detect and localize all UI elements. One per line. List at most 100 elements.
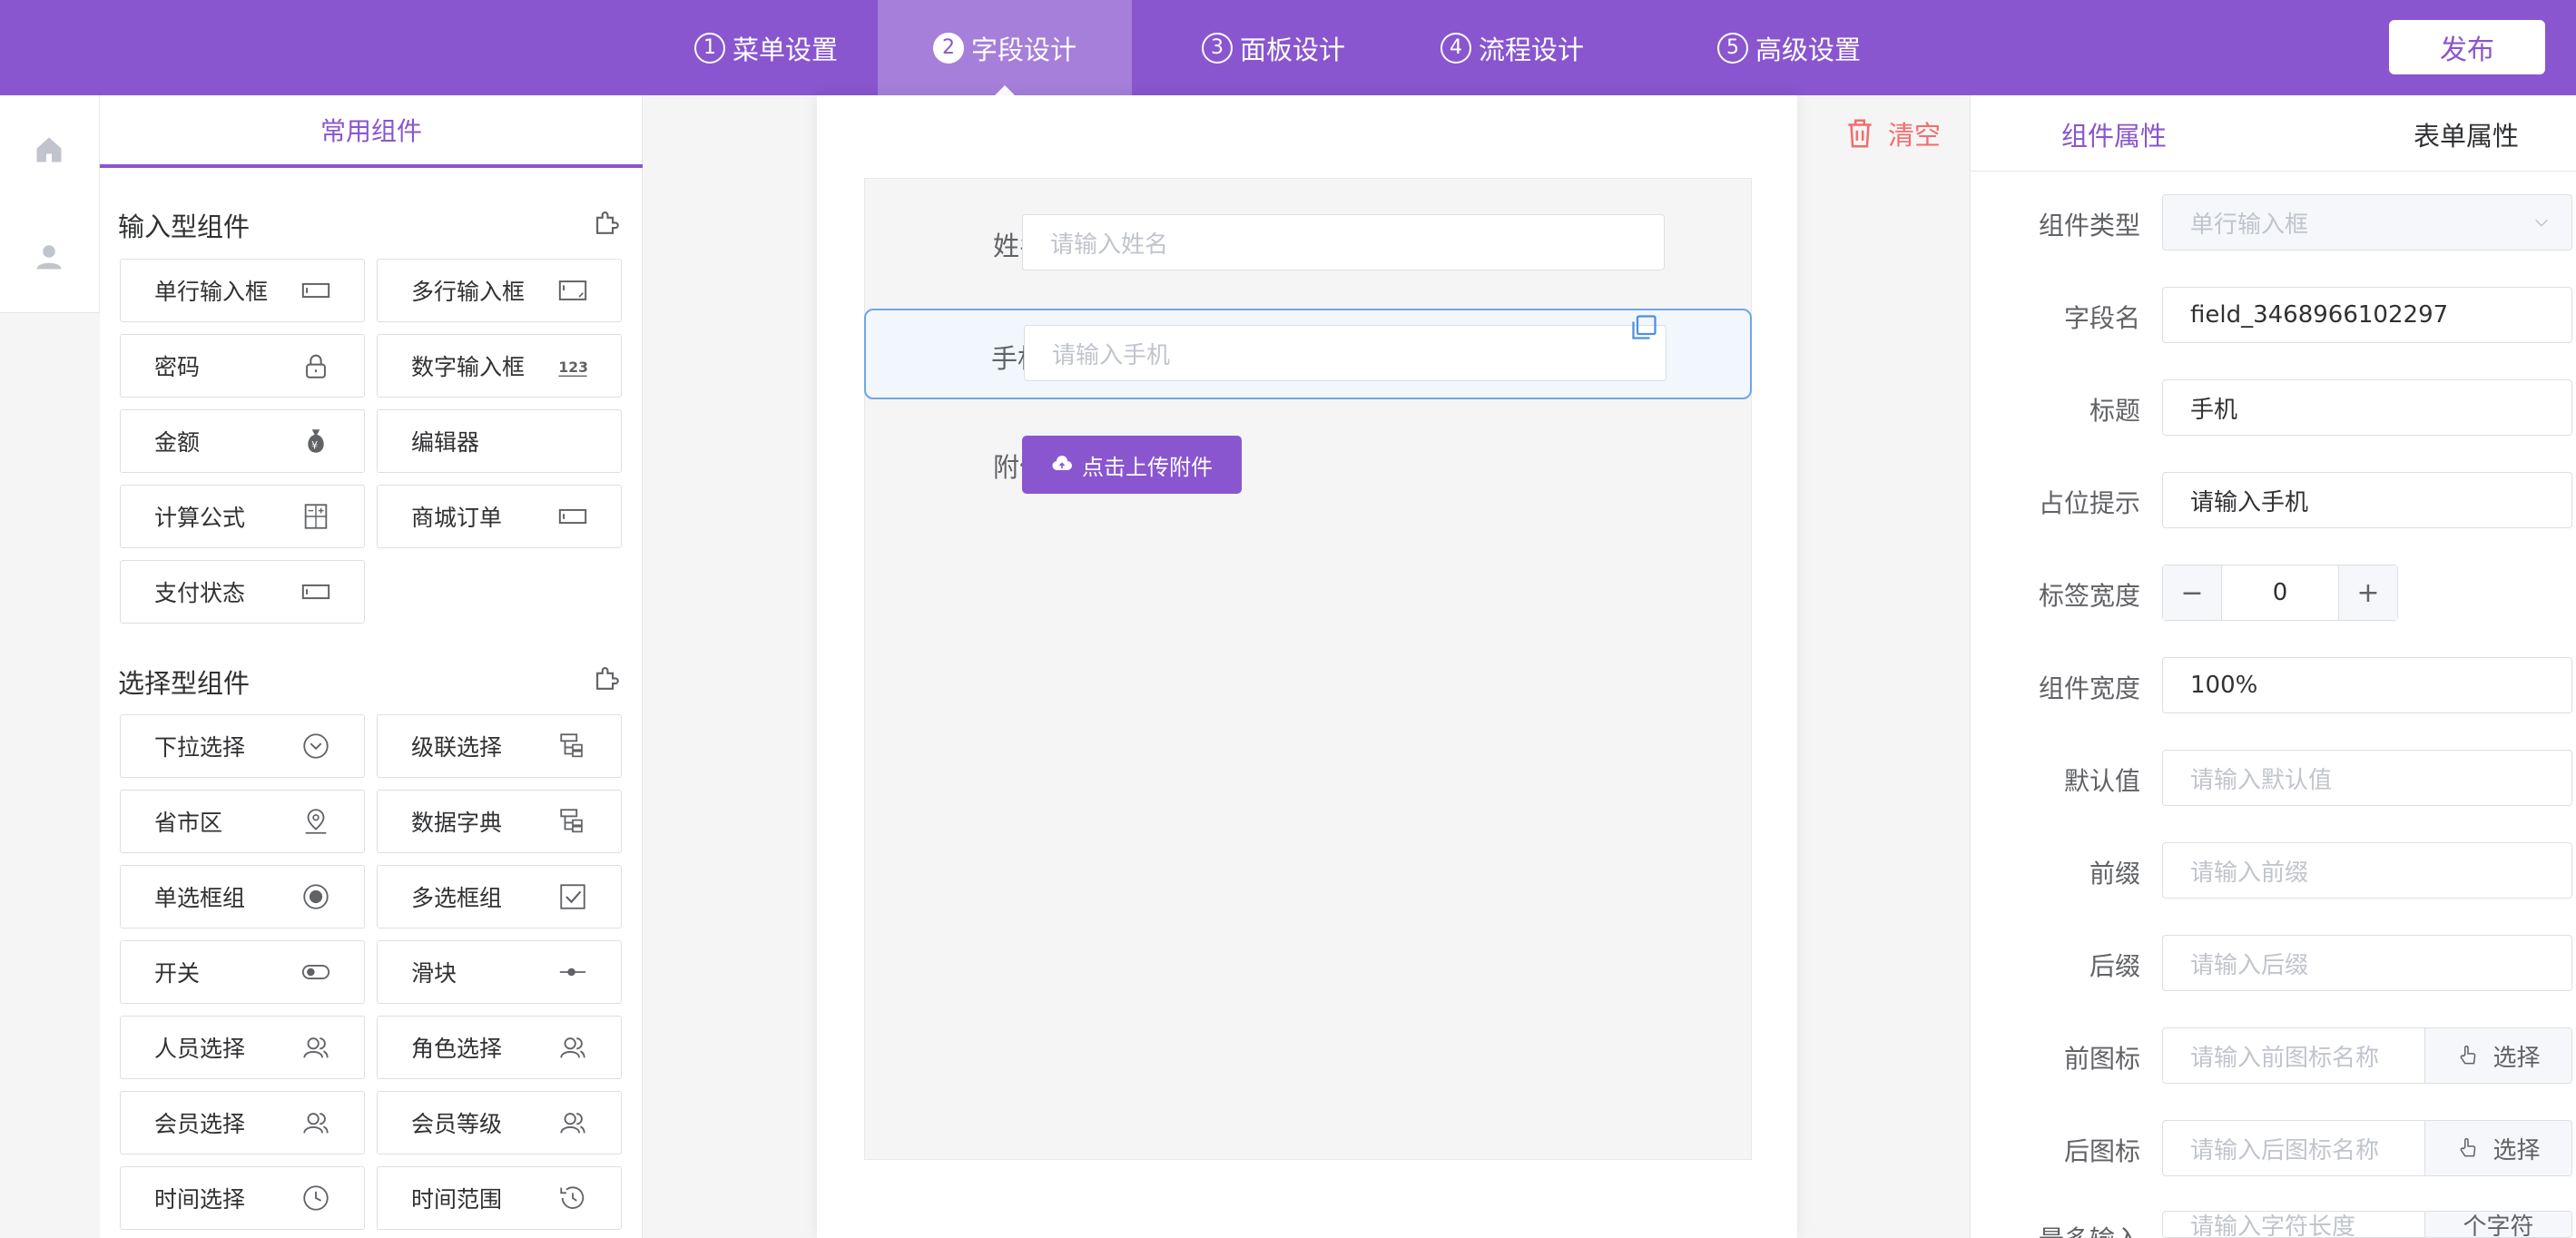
location-pin-icon <box>305 809 327 834</box>
home-icon[interactable] <box>33 133 65 166</box>
prop-label: 占位提示 <box>2038 488 2140 518</box>
name-input[interactable]: 请输入姓名 <box>1022 214 1665 270</box>
step-number: 1 <box>693 32 725 64</box>
field-name-input[interactable]: field_3468966102297 <box>2162 287 2572 343</box>
label-width-stepper[interactable]: − 0 + <box>2162 565 2398 621</box>
step-field-design[interactable]: 2 字段设计 <box>878 0 1132 95</box>
mini-sidebar <box>0 95 100 313</box>
component-number-input[interactable]: 数字输入框 123 <box>377 334 622 398</box>
placeholder-input[interactable]: 请输入手机 <box>2162 472 2572 528</box>
component-data-dictionary[interactable]: 数据字典 <box>377 790 622 853</box>
max-length-input[interactable]: 请输入字符长度 个字符 <box>2162 1211 2572 1238</box>
money-bag-icon: ¥ <box>308 429 324 453</box>
stepper-value[interactable]: 0 <box>2221 565 2339 620</box>
textarea-icon <box>558 280 587 300</box>
chevron-down-icon <box>2535 219 2548 227</box>
checkbox-icon <box>560 884 585 909</box>
component-role-select[interactable]: 角色选择 <box>377 1016 622 1079</box>
component-vip-select[interactable]: 会员选择 <box>120 1091 365 1154</box>
clock-icon <box>303 1185 329 1211</box>
component-region-select[interactable]: 省市区 <box>120 790 365 853</box>
component-amount[interactable]: 金额 ¥ <box>120 409 365 473</box>
step-flow-design[interactable]: 4 流程设计 <box>1389 0 1636 95</box>
cascade-icon <box>560 733 583 758</box>
component-dropdown-select[interactable]: 下拉选择 <box>120 714 365 778</box>
step-label: 菜单设置 <box>732 34 838 65</box>
prop-label: 标题 <box>2089 396 2140 426</box>
component-type-select[interactable]: 单行输入框 <box>2162 194 2572 251</box>
step-advanced-settings[interactable]: 5 高级设置 <box>1666 0 1912 95</box>
form-field-attachment[interactable]: 附件 点击上传附件 <box>864 419 1752 510</box>
step-nav: 1 菜单设置 2 字段设计 3 面板设计 4 流程设计 5 高级设置 <box>0 0 2576 95</box>
component-textarea[interactable]: 多行输入框 <box>377 259 622 322</box>
suffix-icon-input[interactable]: 请输入后图标名称 选择 <box>2162 1120 2572 1176</box>
prefix-icon-input[interactable]: 请输入前图标名称 选择 <box>2162 1027 2572 1084</box>
prop-label: 组件宽度 <box>2038 673 2140 703</box>
component-time-range[interactable]: 时间范围 <box>377 1166 622 1230</box>
user-icon[interactable] <box>33 241 65 273</box>
clear-label: 清空 <box>1888 120 1942 151</box>
prop-label: 前图标 <box>2063 1044 2140 1074</box>
step-panel-design[interactable]: 3 面板设计 <box>1150 0 1397 95</box>
suffix-icon-field[interactable]: 请输入后图标名称 <box>2163 1121 2424 1175</box>
tab-common-components[interactable]: 常用组件 <box>100 95 643 168</box>
tab-form-props[interactable]: 表单属性 <box>2414 115 2519 153</box>
step-menu-settings[interactable]: 1 菜单设置 <box>643 0 890 95</box>
cloud-upload-icon <box>1052 456 1072 471</box>
component-editor[interactable]: 编辑器 <box>377 409 622 473</box>
component-checkbox-group[interactable]: 多选框组 <box>377 865 622 928</box>
component-width-input[interactable]: 100% <box>2162 657 2572 713</box>
suffix-icon-select-button[interactable]: 选择 <box>2424 1121 2571 1175</box>
trash-icon <box>1848 119 1872 148</box>
single-line-input-icon <box>301 584 330 600</box>
calculator-icon <box>304 504 328 529</box>
component-single-line-input[interactable]: 单行输入框 <box>120 259 365 322</box>
component-member-select[interactable]: 人员选择 <box>120 1016 365 1079</box>
properties-tabs: 组件属性 表单属性 <box>1971 95 2576 172</box>
prefix-icon-select-button[interactable]: 选择 <box>2424 1028 2571 1083</box>
upload-label: 点击上传附件 <box>1082 454 1213 480</box>
pointer-hand-icon <box>2461 1138 2476 1157</box>
title-input[interactable]: 手机 <box>2162 379 2572 436</box>
prop-label: 后缀 <box>2089 951 2140 981</box>
users-icon <box>303 1113 329 1134</box>
step-label: 字段设计 <box>970 34 1077 65</box>
prop-label: 默认值 <box>2063 766 2140 796</box>
suffix-input[interactable]: 请输入后缀 <box>2162 935 2572 991</box>
tab-component-props[interactable]: 组件属性 <box>2061 115 2167 153</box>
stepper-minus-button[interactable]: − <box>2163 565 2221 620</box>
component-cascade-select[interactable]: 级联选择 <box>377 714 622 778</box>
step-label: 高级设置 <box>1755 34 1861 65</box>
step-number: 4 <box>1440 32 1471 64</box>
prefix-icon-field[interactable]: 请输入前图标名称 <box>2163 1028 2424 1083</box>
phone-input[interactable]: 请输入手机 <box>1024 325 1667 381</box>
history-icon <box>560 1186 585 1209</box>
component-formula[interactable]: 计算公式 <box>120 485 365 548</box>
max-length-field[interactable]: 请输入字符长度 <box>2163 1212 2424 1238</box>
component-vip-level[interactable]: 会员等级 <box>377 1091 622 1154</box>
component-time-select[interactable]: 时间选择 <box>120 1166 365 1230</box>
stepper-plus-button[interactable]: + <box>2339 565 2397 620</box>
publish-button[interactable]: 发布 <box>2389 20 2545 74</box>
step-number: 2 <box>932 32 964 64</box>
component-password[interactable]: 密码 <box>120 334 365 398</box>
group-title-input: 输入型组件 <box>118 211 251 242</box>
component-switch[interactable]: 开关 <box>120 940 365 1004</box>
component-radio-group[interactable]: 单选框组 <box>120 865 365 928</box>
component-slider[interactable]: 滑块 <box>377 940 622 1004</box>
default-value-input[interactable]: 请输入默认值 <box>2162 750 2572 806</box>
radio-icon <box>303 884 329 909</box>
top-nav-bar: 1 菜单设置 2 字段设计 3 面板设计 4 流程设计 5 高级设置 发布 <box>0 0 2576 95</box>
clear-button[interactable]: 清空 <box>1843 114 1941 152</box>
pointer-hand-icon <box>2461 1046 2476 1065</box>
prefix-input[interactable]: 请输入前缀 <box>2162 842 2572 899</box>
component-mall-order[interactable]: 商城订单 <box>377 485 622 548</box>
prop-label: 前缀 <box>2089 859 2140 889</box>
form-field-name[interactable]: 姓名 请输入姓名 <box>864 198 1752 289</box>
copy-icon[interactable] <box>1627 312 1659 345</box>
prop-label: 最多输入 <box>1906 1220 2140 1238</box>
single-line-input-icon <box>301 282 330 299</box>
component-payment-status[interactable]: 支付状态 <box>120 560 365 624</box>
form-field-phone-selected[interactable]: 手机 请输入手机 <box>864 309 1752 399</box>
upload-attachment-button[interactable]: 点击上传附件 <box>1022 436 1242 494</box>
